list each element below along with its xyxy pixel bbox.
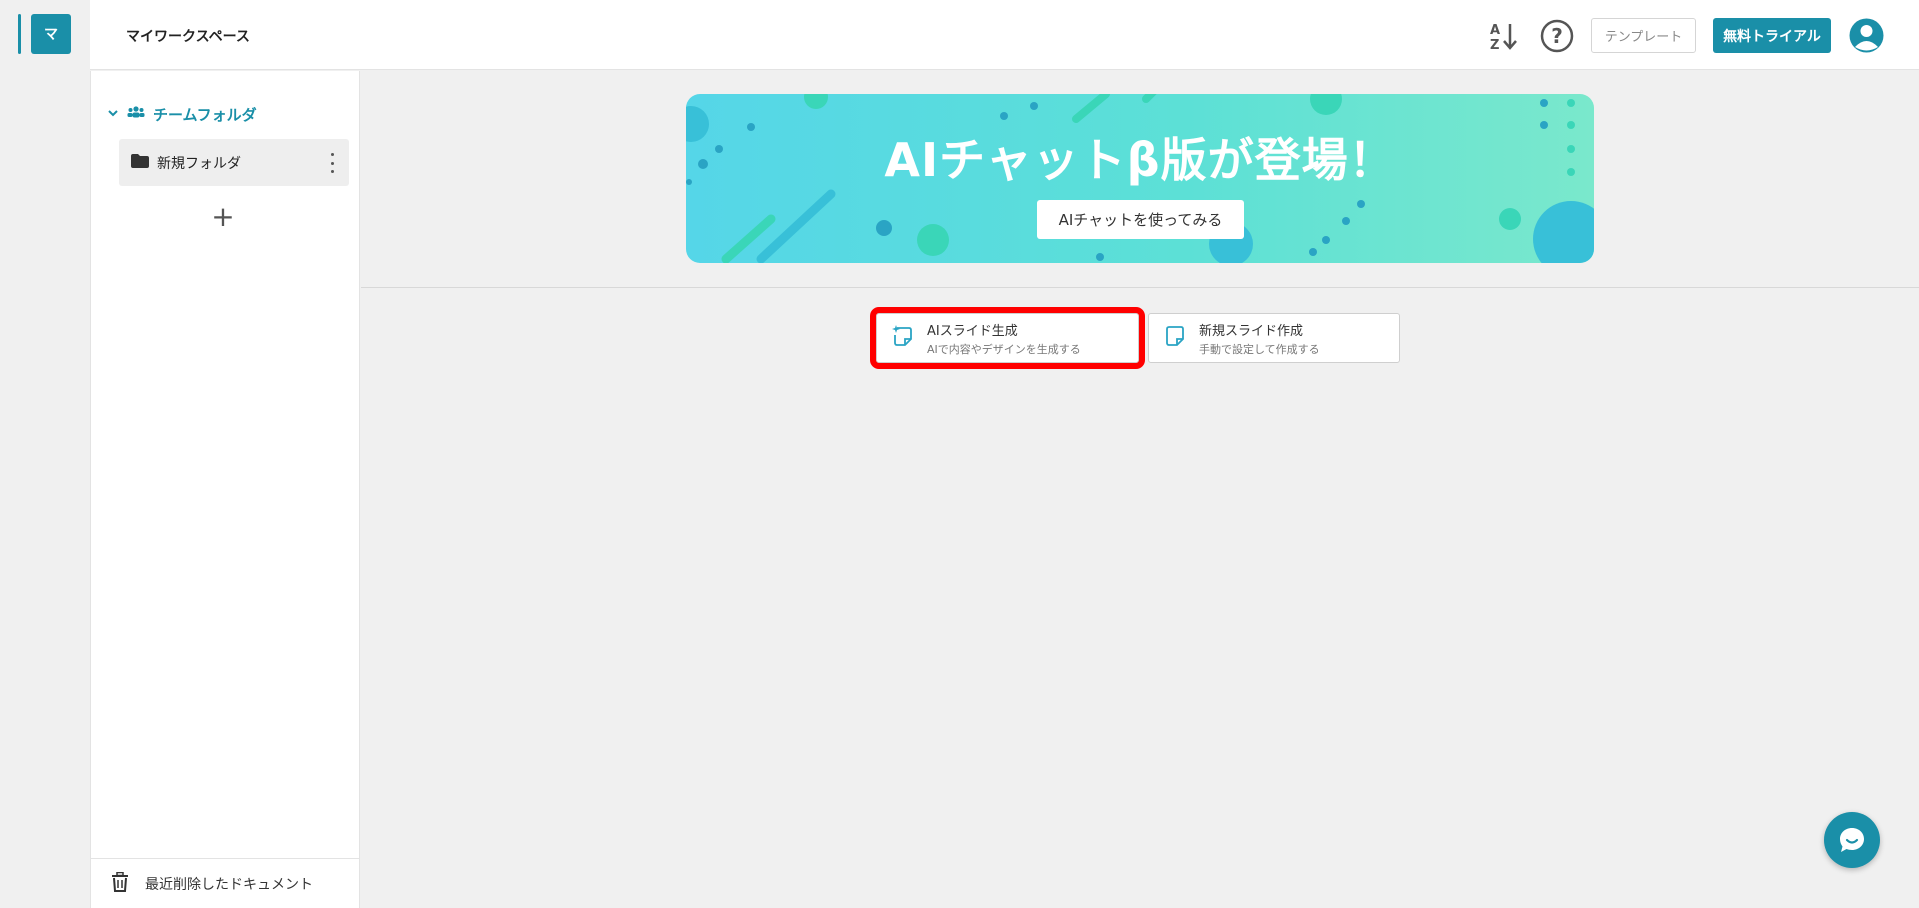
- ai-slide-text: AIスライド生成 AIで内容やデザインを生成する: [927, 320, 1081, 357]
- banner-area: AIチャットβ版が登場！ AIチャットを使ってみる: [361, 71, 1919, 288]
- user-avatar-icon[interactable]: [1849, 18, 1884, 53]
- ai-slide-subtitle: AIで内容やデザインを生成する: [927, 342, 1081, 356]
- workspace-title: マイワークスペース: [126, 29, 250, 45]
- team-folder-label: チームフォルダ: [153, 105, 257, 124]
- svg-text:A: A: [1490, 23, 1500, 38]
- document-icon: [1163, 324, 1187, 352]
- trash-icon: [111, 871, 129, 896]
- new-slide-text: 新規スライド作成 手動で設定して作成する: [1199, 320, 1320, 357]
- ai-chat-banner[interactable]: AIチャットβ版が登場！ AIチャットを使ってみる: [686, 94, 1594, 263]
- more-options-icon[interactable]: [329, 153, 335, 173]
- workspace-avatar[interactable]: マ: [31, 14, 71, 54]
- folder-item[interactable]: 新規フォルダ: [119, 139, 349, 186]
- sort-az-icon[interactable]: A Z: [1486, 19, 1520, 53]
- new-slide-subtitle: 手動で設定して作成する: [1199, 342, 1320, 356]
- new-slide-button[interactable]: 新規スライド作成 手動で設定して作成する: [1148, 313, 1400, 363]
- ai-slide-generate-button[interactable]: AIスライド生成 AIで内容やデザインを生成する: [870, 307, 1145, 369]
- svg-text:Z: Z: [1490, 38, 1499, 51]
- folder-sidebar: チームフォルダ 新規フォルダ + 最近削除したドキュメント: [90, 71, 360, 908]
- folder-label: 新規フォルダ: [157, 155, 241, 172]
- recently-deleted-label: 最近削除したドキュメント: [145, 876, 313, 893]
- help-icon[interactable]: ?: [1540, 19, 1574, 53]
- recently-deleted-link[interactable]: 最近削除したドキュメント: [91, 858, 360, 908]
- ai-slide-title: AIスライド生成: [927, 323, 1018, 339]
- svg-text:?: ?: [1551, 24, 1563, 48]
- banner-title: AIチャットβ版が登場！: [884, 133, 1396, 187]
- new-slide-title: 新規スライド作成: [1199, 323, 1304, 339]
- folder-icon: [131, 153, 149, 172]
- free-trial-button[interactable]: 無料トライアル: [1713, 18, 1831, 53]
- chevron-down-icon: [107, 105, 119, 123]
- top-header: マイワークスペース A Z ? テンプレート 無料トライアル: [90, 0, 1919, 70]
- template-button[interactable]: テンプレート: [1591, 18, 1696, 53]
- team-folder-header[interactable]: チームフォルダ: [107, 103, 257, 125]
- try-ai-chat-button[interactable]: AIチャットを使ってみる: [1037, 200, 1244, 239]
- active-indicator: [18, 14, 21, 54]
- team-icon: [127, 105, 145, 123]
- chat-bubble-icon: [1840, 828, 1864, 852]
- add-folder-button[interactable]: +: [209, 203, 237, 231]
- workspace-rail: マ: [0, 0, 90, 908]
- ai-sparkle-document-icon: [891, 324, 915, 352]
- chat-support-button[interactable]: [1824, 812, 1880, 868]
